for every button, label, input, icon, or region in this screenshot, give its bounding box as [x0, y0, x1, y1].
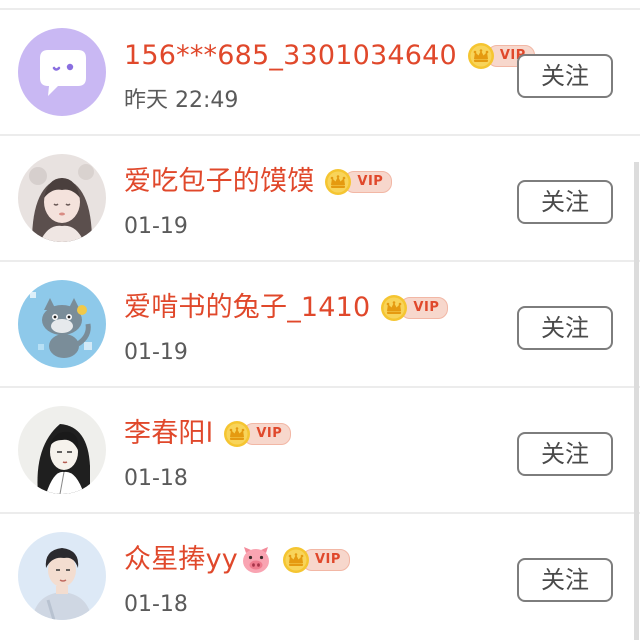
list-item[interactable]: 李春阳l VIP 01-18 关注: [0, 388, 640, 514]
timestamp: 01-18: [124, 592, 188, 617]
list-item[interactable]: 爱吃包子的馍馍 VIP 01-19 关注: [0, 136, 640, 262]
default-chat-bubble-avatar-icon: [18, 28, 106, 116]
avatar[interactable]: [18, 154, 106, 242]
list-item[interactable]: 爱啃书的兔子_1410 VIP 01-19 关注: [0, 262, 640, 388]
list-item[interactable]: 156***685_3301034640 VIP 昨天 22:49 关注: [0, 10, 640, 136]
name-line: 众星捧yy VIP: [124, 538, 350, 582]
vip-badge: VIP: [223, 420, 292, 448]
ink-drawing-avatar-icon: [18, 406, 106, 494]
name-line: 156***685_3301034640 VIP: [124, 34, 535, 78]
young-man-photo-avatar-icon: [18, 532, 106, 620]
follow-button[interactable]: 关注: [517, 180, 613, 224]
follow-button[interactable]: 关注: [517, 306, 613, 350]
timestamp: 01-19: [124, 214, 188, 239]
user-name[interactable]: 156***685_3301034640: [124, 34, 457, 78]
name-line: 李春阳l VIP: [124, 412, 292, 456]
vip-badge: VIP: [380, 294, 449, 322]
user-name[interactable]: 众星捧yy: [124, 538, 238, 582]
user-name[interactable]: 爱吃包子的馍馍: [124, 160, 314, 204]
avatar[interactable]: [18, 280, 106, 368]
follow-list: 156***685_3301034640 VIP 昨天 22:49 关注 爱吃包…: [0, 0, 640, 640]
scrollbar[interactable]: [634, 162, 639, 640]
timestamp: 01-18: [124, 466, 188, 491]
avatar[interactable]: [18, 532, 106, 620]
illustrated-girl-avatar-icon: [18, 154, 106, 242]
follow-button[interactable]: 关注: [517, 54, 613, 98]
name-line: 爱吃包子的馍馍 VIP: [124, 160, 393, 204]
timestamp: 昨天 22:49: [124, 88, 239, 113]
avatar[interactable]: [18, 28, 106, 116]
name-line: 爱啃书的兔子_1410 VIP: [124, 286, 449, 330]
crown-icon: [467, 42, 495, 70]
list-item[interactable]: 众星捧yy VIP 01-18 关注: [0, 514, 640, 640]
crown-icon: [282, 546, 310, 574]
pig-face-icon: [242, 547, 269, 573]
vip-badge: VIP: [282, 547, 350, 573]
timestamp: 01-19: [124, 340, 188, 365]
user-name[interactable]: 李春阳l: [124, 412, 213, 456]
crown-icon: [324, 168, 352, 196]
avatar[interactable]: [18, 406, 106, 494]
cartoon-cat-avatar-icon: [18, 280, 106, 368]
user-name[interactable]: 爱啃书的兔子_1410: [124, 286, 370, 330]
vip-badge: VIP: [324, 168, 393, 196]
follow-button[interactable]: 关注: [517, 558, 613, 602]
crown-icon: [223, 420, 251, 448]
follow-button[interactable]: 关注: [517, 432, 613, 476]
crown-icon: [380, 294, 408, 322]
